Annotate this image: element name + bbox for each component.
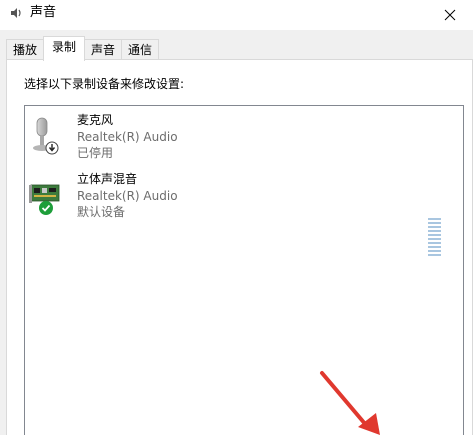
level-meter bbox=[428, 218, 441, 256]
tab-strip: 播放 录制 声音 通信 bbox=[6, 36, 160, 61]
disabled-down-arrow-icon bbox=[45, 141, 59, 155]
device-item-stereo-mix[interactable]: 立体声混音 Realtek(R) Audio 默认设备 bbox=[25, 169, 445, 221]
tab-sounds[interactable]: 声音 bbox=[84, 39, 123, 60]
device-status: 已停用 bbox=[77, 146, 114, 160]
device-driver: Realtek(R) Audio bbox=[77, 130, 178, 144]
recording-panel: 选择以下录制设备来修改设置: 麦克风 Realtek(R) Audio 已停用 … bbox=[6, 59, 473, 435]
window-title: 声音 bbox=[30, 5, 57, 20]
tab-recording[interactable]: 录制 bbox=[43, 36, 86, 61]
sound-dialog: 声音 播放 录制 声音 通信 选择以下录制设备来修改设置: 麦克风 Realte… bbox=[0, 0, 473, 435]
speaker-icon bbox=[11, 8, 21, 18]
device-driver: Realtek(R) Audio bbox=[77, 189, 178, 203]
device-name: 立体声混音 bbox=[77, 172, 138, 186]
annotation-arrow-icon bbox=[320, 371, 380, 435]
default-check-icon bbox=[39, 201, 53, 215]
microphone-icon bbox=[33, 117, 59, 155]
title-bar: 声音 bbox=[0, 0, 473, 30]
tab-communications[interactable]: 通信 bbox=[121, 39, 160, 60]
sound-card-icon bbox=[29, 184, 60, 215]
device-name: 麦克风 bbox=[77, 113, 114, 127]
close-icon bbox=[444, 9, 456, 21]
device-item-microphone[interactable]: 麦克风 Realtek(R) Audio 已停用 bbox=[25, 110, 445, 162]
instruction-text: 选择以下录制设备来修改设置: bbox=[24, 77, 185, 91]
close-button[interactable] bbox=[427, 0, 473, 30]
device-status: 默认设备 bbox=[77, 205, 126, 219]
tab-playback[interactable]: 播放 bbox=[6, 39, 45, 60]
